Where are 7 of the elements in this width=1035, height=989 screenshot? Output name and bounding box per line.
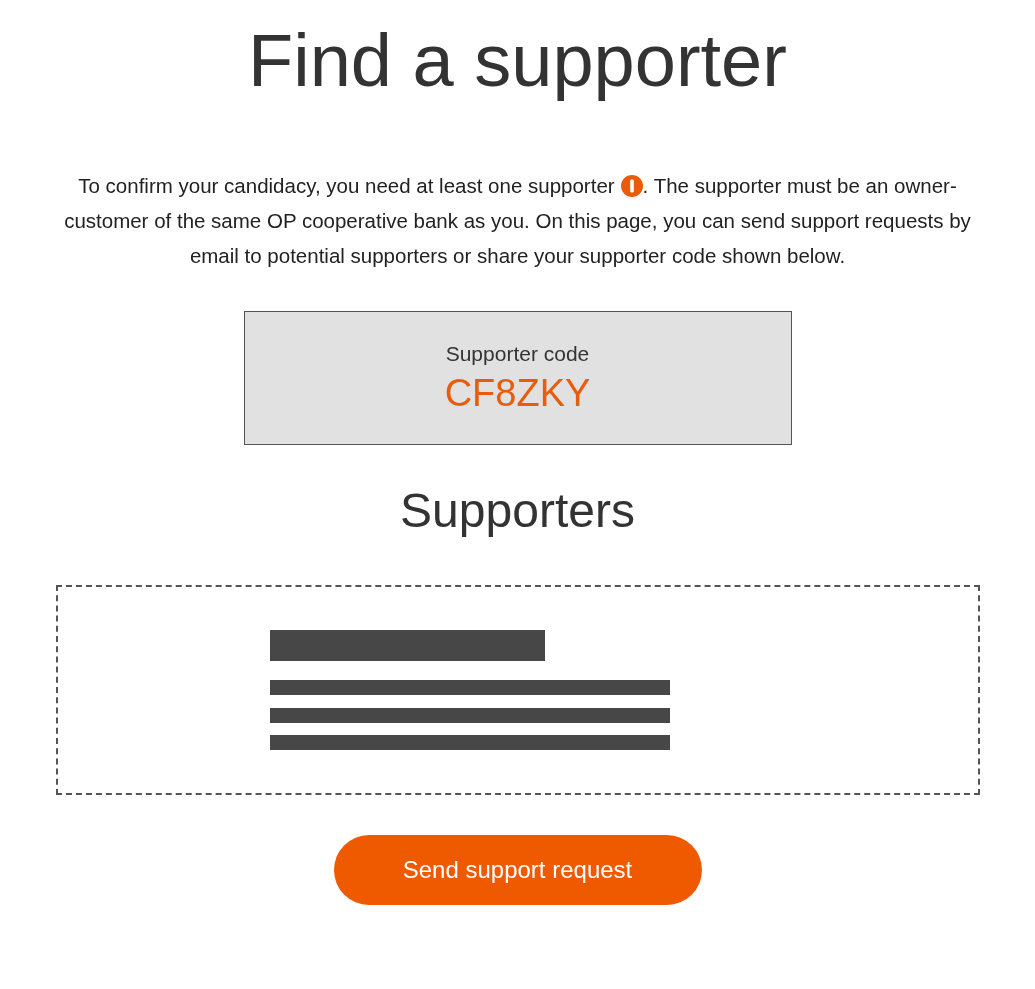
page-title: Find a supporter [248, 18, 787, 104]
code-label: Supporter code [445, 341, 590, 366]
info-icon[interactable] [620, 175, 643, 197]
section-heading: Supporters [400, 483, 635, 539]
intro-paragraph: To confirm your candidacy, you need at least one supporter . The supporter must be an owner-customer of the same OP cooperative bank as you. On this page, you can send support requests by email to potential supporters or share your supporter code shown below. [63, 173, 972, 269]
send-request-button[interactable]: Send support request [333, 835, 702, 905]
supporter-code: CF8ZKY [444, 371, 591, 415]
